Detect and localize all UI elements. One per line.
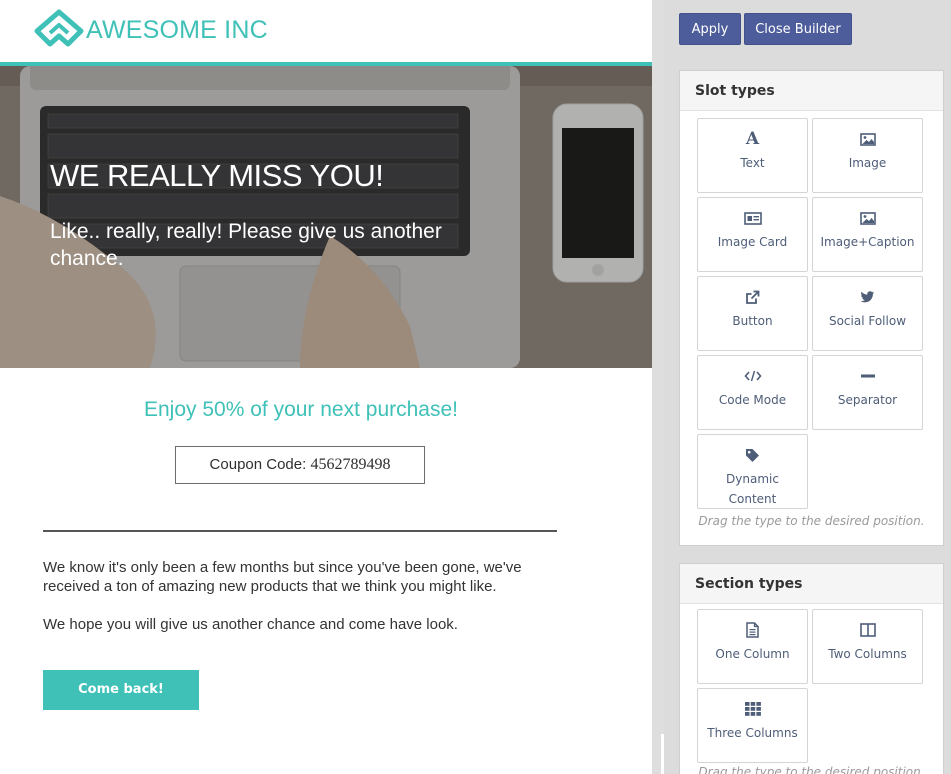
slot-type-label: Separator <box>837 393 898 407</box>
slot-type-social-follow[interactable]: Social Follow <box>812 276 923 351</box>
company-logo-icon <box>34 9 84 47</box>
come-back-button[interactable]: Come back! <box>43 670 199 710</box>
section-type-label: One Column <box>715 647 790 661</box>
body-paragraph-2: We hope you will give us another chance … <box>43 616 458 633</box>
slot-type-label: Code Mode <box>718 393 787 407</box>
columns-icon <box>813 622 922 638</box>
email-header: AWESOME INC <box>0 0 652 62</box>
slot-type-image-caption[interactable]: Image+Caption <box>812 197 923 272</box>
section-type-one-column[interactable]: One Column <box>697 609 808 684</box>
section-type-three-columns[interactable]: Three Columns <box>697 688 808 763</box>
slot-type-image-card[interactable]: Image Card <box>697 197 808 272</box>
slot-types-hint: Drag the type to the desired position. <box>698 514 925 528</box>
slot-type-code-mode[interactable]: Code Mode <box>697 355 808 430</box>
section-type-label: Three Columns <box>707 726 798 740</box>
close-builder-button[interactable]: Close Builder <box>744 13 852 45</box>
slot-type-label: Dynamic Content <box>726 472 779 506</box>
external-link-icon <box>698 289 807 305</box>
hero-title: WE REALLY MISS YOU! <box>50 158 384 193</box>
slot-type-label: Image Card <box>717 235 788 249</box>
body-paragraph-1: We know it's only been a few months but … <box>43 559 522 595</box>
slot-type-text[interactable]: A Text <box>697 118 808 193</box>
slot-type-label: Image <box>848 156 887 170</box>
image-icon <box>813 131 922 147</box>
section-type-label: Two Columns <box>828 647 907 661</box>
slot-type-image[interactable]: Image <box>812 118 923 193</box>
image-icon <box>813 210 922 226</box>
twitter-icon <box>813 289 922 305</box>
slot-type-separator[interactable]: Separator <box>812 355 923 430</box>
panel-splitter[interactable] <box>652 0 664 774</box>
slot-type-dynamic-content[interactable]: Dynamic Content <box>697 434 808 509</box>
coupon-box: Coupon Code: 4562789498 <box>175 446 425 484</box>
file-icon <box>698 622 807 638</box>
slot-type-label: Text <box>740 156 765 170</box>
content-divider <box>43 530 557 532</box>
minus-icon <box>813 368 922 384</box>
text-font-icon: A <box>745 129 760 149</box>
email-preview: AWESOME INC WE REALLY MISS YOU! Like.. r… <box>0 0 652 774</box>
section-types-panel: Section types One Column Two Columns Thr… <box>679 563 944 774</box>
section-types-hint: Drag the type to the desired position. <box>698 765 925 774</box>
builder-panel: Apply Close Builder Slot types A Text Im… <box>664 0 951 774</box>
section-types-title: Section types <box>680 564 943 604</box>
coupon-label: Coupon Code: <box>209 456 311 473</box>
brand-name: AWESOME INC <box>86 16 268 44</box>
section-type-two-columns[interactable]: Two Columns <box>812 609 923 684</box>
slot-type-label: Image+Caption <box>820 235 915 249</box>
apply-button[interactable]: Apply <box>679 13 741 45</box>
slot-types-panel: Slot types A Text Image Image Card Image… <box>679 70 944 546</box>
slot-type-button[interactable]: Button <box>697 276 808 351</box>
offer-heading: Enjoy 50% of your next purchase! <box>143 398 458 421</box>
code-icon <box>698 368 807 384</box>
hero-overlay <box>0 66 652 368</box>
grid-icon <box>698 701 807 717</box>
hero-subtitle: Like.. really, really! Please give us an… <box>50 220 442 270</box>
slot-type-label: Button <box>732 314 773 328</box>
hero-banner: WE REALLY MISS YOU! Like.. really, reall… <box>0 66 652 368</box>
slot-types-title: Slot types <box>680 71 943 111</box>
id-card-icon <box>698 210 807 226</box>
coupon-code: 4562789498 <box>310 456 391 473</box>
tag-icon <box>698 447 807 463</box>
slot-type-label: Social Follow <box>828 314 907 328</box>
